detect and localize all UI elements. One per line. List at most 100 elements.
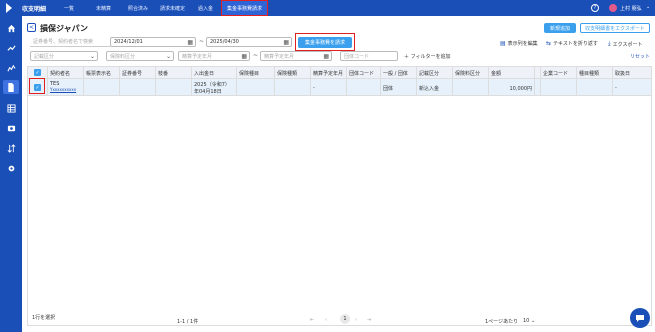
add-filter-label: フィルターを追加 [410, 54, 451, 60]
cell-branch [156, 79, 192, 96]
calendar-icon[interactable]: ▦ [283, 39, 289, 46]
nav-overpayment[interactable]: 過入金 [198, 5, 213, 12]
table-footer: 1行を選択 1-1 / 1件 ⇤ ‹ 1 › ⇥ 1ページあたり 10 ⌄ [27, 310, 652, 332]
nav-unsettled[interactable]: 未精算 [96, 5, 111, 12]
columns-icon: ▤ [500, 40, 506, 47]
col-header[interactable]: 契約者名 [48, 67, 84, 79]
cell-date: 2025（令和7） 年04月18日 [192, 79, 237, 96]
col-header[interactable]: 保険種目 [237, 67, 275, 79]
user-name[interactable]: 上村 朋弘 [620, 5, 642, 12]
col-header[interactable]: 証券番号 [120, 67, 156, 79]
col-header[interactable]: 団体コード [347, 67, 381, 79]
search-input[interactable]: 証券番号、契約者名で検索 [30, 37, 110, 47]
new-button[interactable]: 新規追加 [544, 23, 576, 33]
cell-handling: - [615, 85, 617, 91]
chevron-down-icon[interactable]: ⌄ [646, 4, 650, 10]
prev-page-icon[interactable]: ‹ [325, 317, 327, 323]
col-header[interactable]: 企業コード [541, 67, 577, 79]
chart-icon[interactable] [5, 62, 17, 74]
cell-entry-type: 新込入金 [417, 79, 453, 96]
table-header: ✓ 契約者名 帳票表示名 証券番号 枝番 入出金日 保険種目 保険種類 精算予定… [28, 67, 651, 79]
wrap-icon: ⇆ [546, 40, 552, 47]
cell-ins-type [237, 79, 275, 96]
settle-separator: ~ [253, 52, 259, 59]
highlight-box [29, 78, 45, 94]
date-line: 2025（令和7） [194, 82, 230, 88]
calendar-icon[interactable]: ▦ [187, 39, 193, 46]
col-header[interactable]: 金額 [489, 67, 535, 79]
col-header[interactable]: 取扱日 [613, 67, 651, 79]
col-header[interactable]: 保険料区分 [453, 67, 489, 79]
edit-columns-label: 表示列を編集 [507, 41, 538, 47]
last-page-icon[interactable]: ⇥ [367, 317, 371, 323]
trend-icon[interactable] [5, 42, 17, 54]
settings-icon[interactable] [5, 162, 17, 174]
col-header[interactable]: 精算予定年月 [311, 67, 347, 79]
col-header[interactable]: 帳票表示名 [84, 67, 120, 79]
chevron-down-icon: ⌄ [89, 53, 95, 60]
money-icon[interactable] [5, 122, 17, 134]
export-button[interactable]: ⤓ エクスポート [608, 40, 643, 48]
cell-group-code [347, 79, 381, 96]
date-to-input[interactable]: 2025/04/30 ▦ [206, 37, 292, 47]
contractor-link[interactable]: Yxxxxxxxxxx [50, 87, 83, 92]
logo-icon[interactable] [0, 0, 18, 16]
settle-to-input[interactable]: 精算予定年月 ▦ [260, 51, 332, 61]
group-code-input[interactable]: 団体コード [340, 51, 398, 61]
export-statement-button[interactable]: 収支明細書をエクスポート [580, 23, 650, 33]
col-header[interactable]: 入出金日 [192, 67, 237, 79]
help-icon[interactable]: ? [591, 4, 599, 12]
range-info: 1-1 / 1件 [177, 319, 199, 325]
cell-premium-type [453, 79, 489, 96]
col-header[interactable]: 枝番 [156, 67, 192, 79]
cell-policy-no [120, 79, 156, 96]
next-page-icon[interactable]: › [355, 317, 357, 323]
col-header[interactable]: 保険種類 [275, 67, 311, 79]
table-row[interactable]: ✓ TES Yxxxxxxxxxx 2025（令和7） 年04月18日 - 団体… [28, 79, 651, 96]
nav-matched[interactable]: 照合済み [128, 5, 148, 12]
app-title: 収支明細 [22, 6, 47, 13]
cell-general-group: 団体 [381, 79, 417, 96]
col-header[interactable]: 記載区分 [417, 67, 453, 79]
add-filter-button[interactable]: ＋ フィルターを追加 [404, 53, 451, 60]
entry-type-select[interactable]: 記載区分 ⌄ [30, 51, 98, 61]
settle-to-placeholder: 精算予定年月 [264, 53, 295, 60]
edit-columns-button[interactable]: ▤ 表示列を編集 [500, 40, 538, 47]
page-number[interactable]: 1 [340, 314, 350, 324]
table-icon[interactable] [5, 102, 17, 114]
transfer-icon[interactable] [5, 142, 17, 154]
per-page-value: 10 [523, 318, 530, 324]
cell-item-kind [577, 79, 613, 96]
avatar[interactable] [609, 4, 617, 12]
date-separator: ~ [199, 38, 205, 45]
nav-list[interactable]: 一覧 [64, 5, 74, 12]
main-content: < 損保ジャパン 新規追加 収支明細書をエクスポート 証券番号、契約者名で検索 … [22, 16, 655, 332]
cell-contractor[interactable]: TES Yxxxxxxxxxx [48, 79, 84, 96]
plus-icon: ＋ [404, 54, 411, 60]
document-icon[interactable] [3, 80, 19, 94]
date-from-value: 2024/12/01 [114, 39, 143, 45]
top-bar: 収支明細 一覧 未精算 照合済み 請求未確定 過入金 集金事務費請求 ? 上村 … [0, 0, 655, 16]
chevron-down-icon: ⌄ [165, 53, 171, 60]
home-icon[interactable] [5, 22, 17, 34]
date-line: 年04月18日 [194, 89, 222, 95]
premium-type-select[interactable]: 保険料区分 ⌄ [106, 51, 174, 61]
date-from-input[interactable]: 2024/12/01 ▦ [110, 37, 196, 47]
reset-link[interactable]: リセット [630, 53, 650, 60]
settle-from-input[interactable]: 精算予定年月 ▦ [178, 51, 250, 61]
calendar-icon: ▦ [323, 53, 329, 60]
back-button[interactable]: < [27, 23, 36, 32]
highlight-box [295, 33, 355, 51]
sidebar [0, 16, 22, 332]
chevron-down-icon: ⌄ [530, 318, 536, 324]
col-header[interactable]: 一般 / 団体 [381, 67, 417, 79]
first-page-icon[interactable]: ⇤ [310, 317, 314, 323]
per-page-select[interactable]: 10 ⌄ [523, 318, 535, 324]
nav-unconfirmed[interactable]: 請求未確定 [160, 5, 185, 12]
chat-icon[interactable] [630, 308, 650, 328]
cell-company-code [541, 79, 577, 96]
check-icon[interactable]: ✓ [34, 69, 41, 76]
col-header[interactable]: 種目種類 [577, 67, 613, 79]
wrap-text-button[interactable]: ⇆ テキストを折り返す [546, 40, 598, 47]
page-title: 損保ジャパン [40, 24, 88, 33]
